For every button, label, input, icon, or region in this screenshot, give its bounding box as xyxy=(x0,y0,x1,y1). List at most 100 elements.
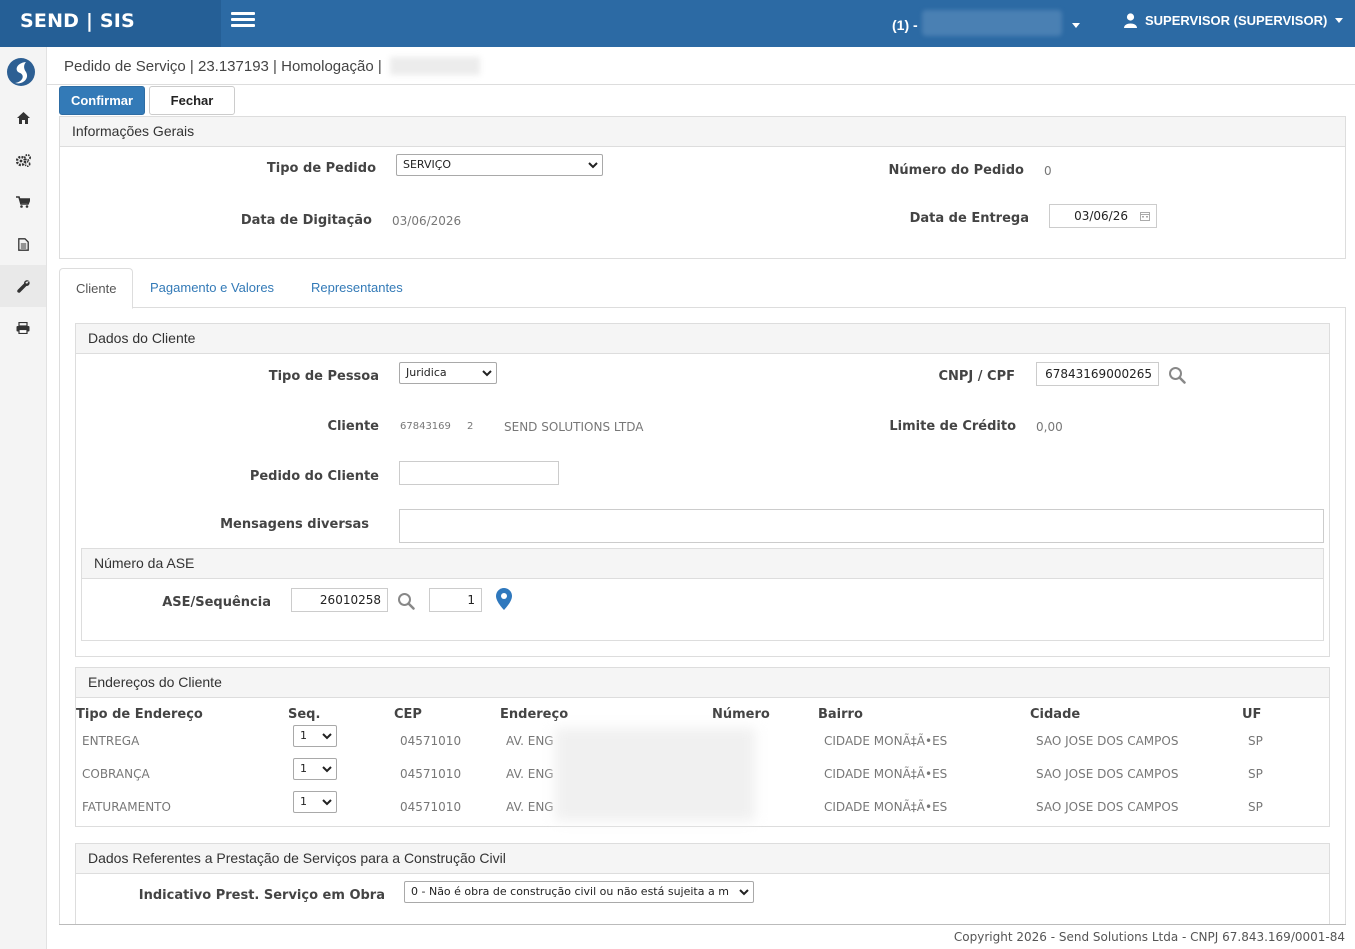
cogs-icon xyxy=(15,153,31,167)
sidebar-item-services[interactable] xyxy=(0,265,46,307)
indicativo-value: 0 - Não é obra de construção civil ou nã… xyxy=(411,885,729,898)
data-digitacao-label: Data de Digitação xyxy=(240,213,372,228)
pedido-cliente-input[interactable] xyxy=(399,461,559,485)
panel-title: Informações Gerais xyxy=(60,117,1345,147)
row-cep: 04571010 xyxy=(400,767,462,781)
ase-label: ASE/Sequência xyxy=(162,595,271,610)
indicativo-select[interactable]: 0 - Não é obra de construção civil ou nã… xyxy=(404,881,754,903)
col-bairro: Bairro xyxy=(818,707,863,722)
close-button[interactable]: Fechar xyxy=(149,86,235,115)
sidebar-item-cart[interactable] xyxy=(0,181,46,223)
panel-title: Dados Referentes a Prestação de Serviços… xyxy=(76,844,1329,874)
search-icon[interactable] xyxy=(1168,366,1186,384)
wrench-icon xyxy=(16,279,30,293)
cliente-code: 67843169 xyxy=(400,421,451,432)
top-navbar: SEND | SIS (1) - SUPERVISOR (SUPERVISOR) xyxy=(0,0,1355,47)
row-tipo: COBRANÇA xyxy=(82,767,150,781)
brand-logo[interactable]: SEND | SIS xyxy=(0,0,221,47)
row-tipo: FATURAMENTO xyxy=(82,800,171,814)
pedido-cliente-label: Pedido do Cliente xyxy=(249,469,379,484)
panel-title: Endereços do Cliente xyxy=(76,668,1329,698)
print-icon xyxy=(16,322,30,334)
user-dropdown[interactable]: SUPERVISOR (SUPERVISOR) xyxy=(1124,13,1344,28)
col-numero: Número xyxy=(712,707,770,722)
chevron-down-icon xyxy=(322,766,332,773)
limite-credito-label: Limite de Crédito xyxy=(889,419,1016,434)
numero-pedido-label: Número do Pedido xyxy=(888,163,1024,178)
map-marker-icon[interactable] xyxy=(496,588,512,610)
indicativo-label: Indicativo Prest. Serviço em Obra xyxy=(138,888,385,903)
tipo-pessoa-label: Tipo de Pessoa xyxy=(268,369,379,384)
user-label: SUPERVISOR (SUPERVISOR) xyxy=(1145,13,1328,28)
row-bairro: CIDADE MONÃ‡Ã•ES xyxy=(824,800,948,814)
company-dropdown[interactable]: (1) - xyxy=(892,10,1080,36)
row-cidade: SAO JOSE DOS CAMPOS xyxy=(1036,800,1179,814)
cnpj-input[interactable]: 67843169000265 xyxy=(1036,362,1159,386)
mensagens-input[interactable] xyxy=(399,509,1324,543)
col-seq: Seq. xyxy=(288,707,321,722)
row-endereco: AV. ENG xyxy=(506,767,554,781)
sidebar-item-documents[interactable] xyxy=(0,223,46,265)
tab-representantes[interactable]: Representantes xyxy=(295,268,419,308)
panel-title: Dados do Cliente xyxy=(76,324,1329,354)
confirm-button[interactable]: Confirmar xyxy=(59,86,145,115)
mensagens-label: Mensagens diversas xyxy=(220,517,369,532)
tab-pagamento[interactable]: Pagamento e Valores xyxy=(134,268,290,308)
data-entrega-label: Data de Entrega xyxy=(909,211,1029,226)
row-cep: 04571010 xyxy=(400,734,462,748)
tipo-pedido-label: Tipo de Pedido xyxy=(266,161,376,176)
sidebar-item-print[interactable] xyxy=(0,307,46,349)
row-tipo: ENTREGA xyxy=(82,734,140,748)
panel-title: Número da ASE xyxy=(82,549,1323,579)
row-endereco: AV. ENG xyxy=(506,734,554,748)
menu-toggle-icon[interactable] xyxy=(231,12,255,32)
tab-cliente[interactable]: Cliente xyxy=(59,268,134,309)
row-seq-select[interactable]: 1 xyxy=(293,725,337,747)
row-seq-select[interactable]: 1 xyxy=(293,791,337,813)
row-cidade: SAO JOSE DOS CAMPOS xyxy=(1036,767,1179,781)
ase-number-input[interactable]: 26010258 xyxy=(291,588,388,612)
data-digitacao-value: 03/06/2026 xyxy=(392,214,462,228)
row-uf: SP xyxy=(1248,734,1263,748)
cliente-seq: 2 xyxy=(467,421,474,432)
footer-divider xyxy=(59,924,1346,925)
cart-icon xyxy=(16,196,30,208)
document-icon xyxy=(17,237,29,251)
row-cidade: SAO JOSE DOS CAMPOS xyxy=(1036,734,1179,748)
row-seq-select[interactable]: 1 xyxy=(293,758,337,780)
breadcrumb: Pedido de Serviço | 23.137193 | Homologa… xyxy=(64,57,480,75)
user-icon xyxy=(1124,13,1137,28)
tipo-pedido-select[interactable]: SERVIÇO xyxy=(396,154,603,176)
chevron-down-icon xyxy=(739,889,749,896)
tipo-pessoa-select[interactable]: Juridica xyxy=(399,362,497,384)
cliente-label: Cliente xyxy=(327,419,379,434)
cliente-name: SEND SOLUTIONS LTDA xyxy=(504,420,644,434)
address-redacted xyxy=(555,728,755,821)
row-cep: 04571010 xyxy=(400,800,462,814)
ase-sequence-input[interactable]: 1 xyxy=(429,588,482,612)
tipo-pessoa-value: Juridica xyxy=(406,366,447,379)
company-label: (1) - xyxy=(892,17,918,33)
calendar-icon[interactable] xyxy=(1140,211,1150,221)
breadcrumb-redacted xyxy=(389,57,480,75)
company-name-redacted xyxy=(921,10,1062,36)
sidebar xyxy=(0,47,47,949)
sidebar-item-settings[interactable] xyxy=(0,139,46,181)
col-tipo-endereco: Tipo de Endereço xyxy=(76,707,203,722)
search-icon[interactable] xyxy=(397,592,415,610)
chevron-down-icon xyxy=(322,799,332,806)
col-cidade: Cidade xyxy=(1030,707,1081,722)
home-icon xyxy=(16,112,30,124)
row-seq-value: 1 xyxy=(300,762,307,775)
cnpj-label: CNPJ / CPF xyxy=(938,369,1015,384)
row-bairro: CIDADE MONÃ‡Ã•ES xyxy=(824,767,948,781)
general-info-panel: Informações Gerais xyxy=(59,116,1346,259)
breadcrumb-text: Pedido de Serviço | 23.137193 | Homologa… xyxy=(64,57,382,75)
row-seq-value: 1 xyxy=(300,729,307,742)
tipo-pedido-value: SERVIÇO xyxy=(403,158,452,171)
header-divider xyxy=(47,84,1355,85)
col-uf: UF xyxy=(1242,707,1262,722)
sidebar-item-home[interactable] xyxy=(0,97,46,139)
caret-down-icon xyxy=(1071,22,1080,28)
col-endereco: Endereço xyxy=(500,707,569,722)
